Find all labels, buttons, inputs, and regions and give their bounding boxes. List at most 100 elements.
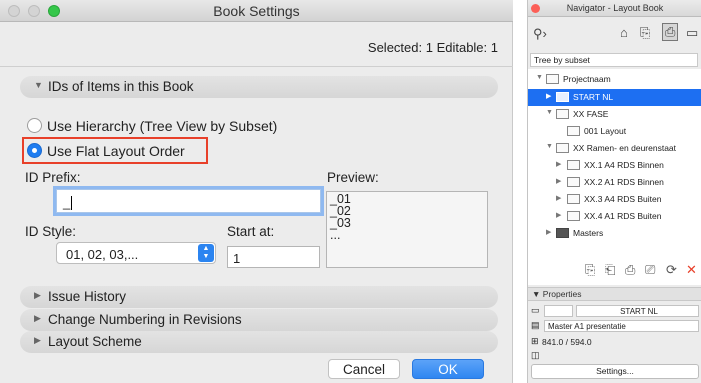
hierarchy-radio[interactable] <box>27 118 42 133</box>
tree-node-xx2[interactable]: ▶ XX.2 A1 RDS Binnen <box>528 174 701 191</box>
new-master-icon[interactable]: ⎗ <box>605 262 615 278</box>
collapsed-arrow-icon[interactable]: ▶ <box>556 160 561 168</box>
start-at-label: Start at: <box>227 224 275 239</box>
tree-node-xx4[interactable]: ▶ XX.4 A1 RDS Buiten <box>528 208 701 225</box>
disclosure-closed-icon: ▶ <box>34 335 41 345</box>
start-at-input[interactable]: 1 <box>227 246 320 268</box>
tree-node-label: Projectnaam <box>563 74 611 84</box>
section-layout-scheme[interactable]: ▶ Layout Scheme <box>20 331 498 353</box>
collapsed-arrow-icon[interactable]: ▶ <box>556 194 561 202</box>
layout-icon <box>567 126 580 136</box>
id-prefix-value: _ <box>63 195 71 210</box>
tree-node-label: XX FASE <box>573 109 609 119</box>
size-icon: ⊞ <box>531 336 539 346</box>
expanded-arrow-icon[interactable]: ▼ <box>536 74 543 81</box>
tree-node-label: 001 Layout <box>584 126 627 136</box>
id-style-value: 01, 02, 03,... <box>66 247 139 262</box>
selection-info: Selected: 1 Editable: 1 <box>367 40 498 55</box>
collapsed-arrow-icon[interactable]: ▶ <box>556 177 561 185</box>
update-icon[interactable]: ⟳ <box>666 262 677 278</box>
book-settings-dialog: Book Settings Selected: 1 Editable: 1 ▼ … <box>0 0 513 383</box>
hierarchy-radio-label[interactable]: Use Hierarchy (Tree View by Subset) <box>47 118 277 134</box>
properties-header[interactable]: ▼ Properties <box>528 287 701 301</box>
publisher-sets-icon[interactable]: ▭ <box>686 25 698 41</box>
property-name-row: ▭ START NL <box>528 305 701 318</box>
collapsed-arrow-icon[interactable]: ▶ <box>546 228 551 236</box>
ok-button[interactable]: OK <box>412 359 484 379</box>
cancel-button[interactable]: Cancel <box>328 359 400 379</box>
id-style-select[interactable]: 01, 02, 03,... ▲ ▼ <box>56 242 216 264</box>
navigator-titlebar: Navigator - Layout Book <box>528 0 701 17</box>
collapsed-arrow-icon[interactable]: ▶ <box>556 211 561 219</box>
dialog-titlebar: Book Settings <box>0 0 513 22</box>
book-icon: ◫ <box>531 350 540 360</box>
tree-node-xx-fase[interactable]: ▼ XX FASE <box>528 106 701 123</box>
view-map-icon[interactable]: ⎘ <box>640 25 650 41</box>
preview-line: _03 <box>330 216 351 230</box>
folder-icon <box>556 228 569 238</box>
flat-order-radio[interactable] <box>27 143 42 158</box>
collapsed-arrow-icon[interactable]: ▶ <box>546 92 551 100</box>
tree-node-ramen-deurenstaat[interactable]: ▼ XX Ramen- en deurenstaat <box>528 140 701 157</box>
subset-icon <box>556 143 569 153</box>
properties-title: Properties <box>542 289 582 299</box>
navigator-toolbar: ⚲› ⌂ ⎘ ⎙ ▭ <box>528 17 701 51</box>
dialog-title: Book Settings <box>213 3 300 19</box>
section-ids-label: IDs of Items in this Book <box>48 79 194 94</box>
new-subset-icon[interactable]: ⎙ <box>625 262 635 278</box>
tree-node-xx1[interactable]: ▶ XX.1 A4 RDS Binnen <box>528 157 701 174</box>
section-layout-scheme-label: Layout Scheme <box>48 334 142 349</box>
layout-id-field[interactable] <box>544 305 573 317</box>
property-extra-row: ◫ <box>528 350 701 363</box>
section-issue-history-label: Issue History <box>48 289 127 304</box>
id-style-label: ID Style: <box>25 224 77 239</box>
tree-node-label: XX.4 A1 RDS Buiten <box>584 211 662 221</box>
tree-mode-select[interactable]: Tree by subset <box>530 53 698 67</box>
tree-node-masters[interactable]: ▶ Masters <box>528 225 701 242</box>
section-ids-header[interactable]: ▼ IDs of Items in this Book <box>20 76 498 98</box>
property-master-row: ▤ Master A1 presentatie <box>528 320 701 333</box>
disclosure-open-icon: ▼ <box>34 80 43 90</box>
settings-button[interactable]: Settings... <box>531 364 699 379</box>
layout-icon <box>567 160 580 170</box>
layout-icon: ▭ <box>531 305 540 315</box>
property-size-row: ⊞ 841.0 / 594.0 <box>528 336 701 349</box>
project-map-icon[interactable]: ⌂ <box>620 25 628 40</box>
master-select[interactable]: Master A1 presentatie <box>544 320 699 332</box>
flat-order-radio-label[interactable]: Use Flat Layout Order <box>47 143 185 159</box>
section-issue-history[interactable]: ▶ Issue History <box>20 286 498 308</box>
header-divider <box>0 66 513 67</box>
tree-node-label: START NL <box>573 92 614 102</box>
id-preview-box: _01 _02 _03 ... <box>326 191 488 268</box>
tree-node-label: XX Ramen- en deurenstaat <box>573 143 677 153</box>
section-change-numbering[interactable]: ▶ Change Numbering in Revisions <box>20 309 498 331</box>
layout-icon <box>556 92 569 102</box>
expanded-arrow-icon[interactable]: ▼ <box>546 143 553 150</box>
preview-label: Preview: <box>327 170 379 185</box>
subset-icon <box>556 109 569 119</box>
tree-node-label: XX.3 A4 RDS Buiten <box>584 194 662 204</box>
tree-node-001-layout[interactable]: 001 Layout <box>528 123 701 140</box>
new-folder-icon[interactable]: ⎚ <box>645 262 655 278</box>
tree-mode-icon[interactable]: ⚲› <box>533 26 547 42</box>
navigator-palette: Navigator - Layout Book ⚲› ⌂ ⎘ ⎙ ▭ Tree … <box>527 0 701 383</box>
disclosure-open-icon: ▼ <box>532 289 543 299</box>
tree-node-label: XX.1 A4 RDS Binnen <box>584 160 664 170</box>
id-prefix-input[interactable]: _ <box>56 189 321 213</box>
tree-node-label: Masters <box>573 228 604 238</box>
tree-node-projectnaam[interactable]: ▼ Projectnaam <box>528 71 701 88</box>
tree-node-start-nl[interactable]: ▶ START NL <box>528 89 701 106</box>
layout-book-icon[interactable]: ⎙ <box>662 23 679 41</box>
id-prefix-label: ID Prefix: <box>25 170 81 185</box>
new-layout-icon[interactable]: ⎘ <box>585 262 595 278</box>
layout-size-value: 841.0 / 594.0 <box>542 337 592 347</box>
layout-book-tree: ▼ Projectnaam ▶ START NL ▼ XX FASE 001 L… <box>528 69 701 255</box>
layout-name-field[interactable]: START NL <box>576 305 699 317</box>
disclosure-closed-icon: ▶ <box>34 313 41 323</box>
tree-node-xx3[interactable]: ▶ XX.3 A4 RDS Buiten <box>528 191 701 208</box>
expanded-arrow-icon[interactable]: ▼ <box>546 109 553 116</box>
preview-line: _01 <box>330 192 351 206</box>
section-change-numbering-label: Change Numbering in Revisions <box>48 312 242 327</box>
preview-line: _02 <box>330 204 351 218</box>
delete-icon[interactable]: ✕ <box>686 262 697 278</box>
